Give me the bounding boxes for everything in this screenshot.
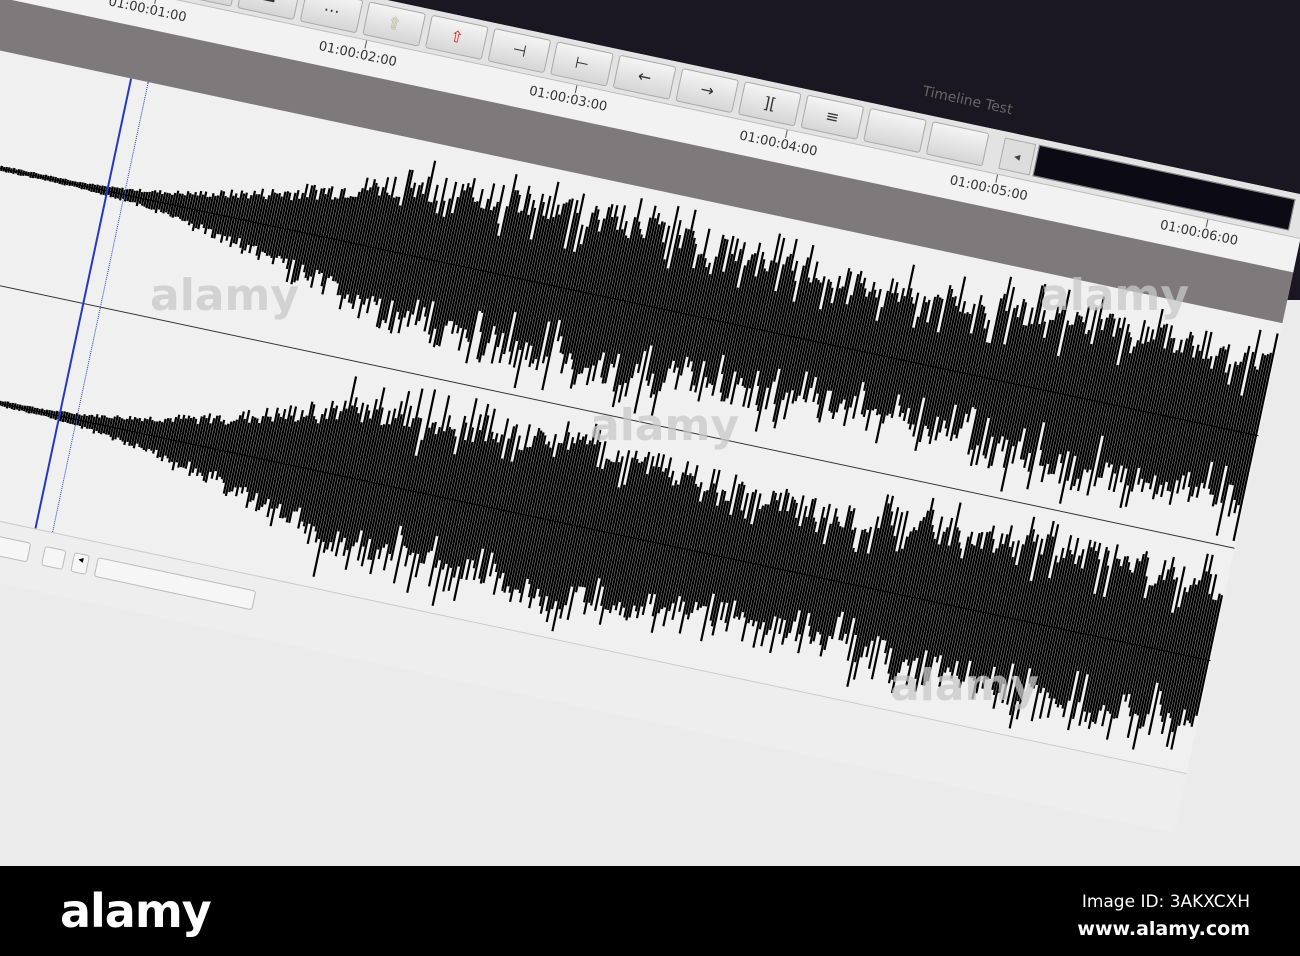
menu-icon: ≡ <box>823 105 842 128</box>
extract-button[interactable]: ⇧ <box>424 14 489 60</box>
scroll-left-button[interactable]: ◂ <box>70 552 91 575</box>
ruler-tick <box>995 174 999 183</box>
ruler-tick <box>574 85 578 94</box>
view-toggle-button[interactable] <box>40 545 67 570</box>
extract-icon: ⇧ <box>448 26 466 48</box>
ruler-tick <box>364 40 368 49</box>
blank2-button[interactable] <box>925 120 990 166</box>
watermark: alamy <box>590 400 739 451</box>
zoom-field[interactable] <box>0 532 32 563</box>
match-frame-icon: ][ <box>761 92 778 114</box>
watermark: alamy <box>150 270 299 321</box>
trim-in-icon: ⊣ <box>510 39 529 61</box>
watermark: alamy <box>890 660 1039 711</box>
ruler-timecode: 01:00:01:00 <box>107 0 188 26</box>
split-icon: ⋯ <box>321 0 342 22</box>
alamy-logo: alamy <box>60 884 212 938</box>
ruler-tick <box>1205 219 1209 228</box>
stock-banner: alamy Image ID: 3AKXCXH www.alamy.com <box>0 866 1300 956</box>
nudge-right-icon: → <box>698 79 716 101</box>
ruler-tick <box>785 129 788 138</box>
blank1-button[interactable] <box>863 107 927 153</box>
watermark: alamy <box>1040 270 1189 321</box>
menu-button[interactable]: ≡ <box>800 94 865 140</box>
match-frame-button[interactable]: ][ <box>737 80 802 127</box>
nudge-left-icon: ← <box>636 66 654 88</box>
nudge-left-button[interactable]: ← <box>612 54 677 100</box>
trim-in-button[interactable]: ⊣ <box>487 27 552 73</box>
screen-photo: Timeline Test [][▐▌▬⋯⇧⇧⊣⊢←→][≡ ◂ 01:00:0… <box>0 0 1300 866</box>
lift-button[interactable]: ⇧ <box>362 0 427 47</box>
site-url: www.alamy.com <box>1077 918 1250 940</box>
trim-out-icon: ⊢ <box>573 52 591 75</box>
lift-icon: ⇧ <box>385 12 403 35</box>
clear-marks-icon: ▬ <box>260 0 279 8</box>
readout-left-button[interactable]: ◂ <box>998 137 1037 176</box>
nudge-right-button[interactable]: → <box>675 67 740 113</box>
image-id: Image ID: 3AKXCXH <box>1081 892 1250 912</box>
trim-out-button[interactable]: ⊢ <box>550 40 614 87</box>
